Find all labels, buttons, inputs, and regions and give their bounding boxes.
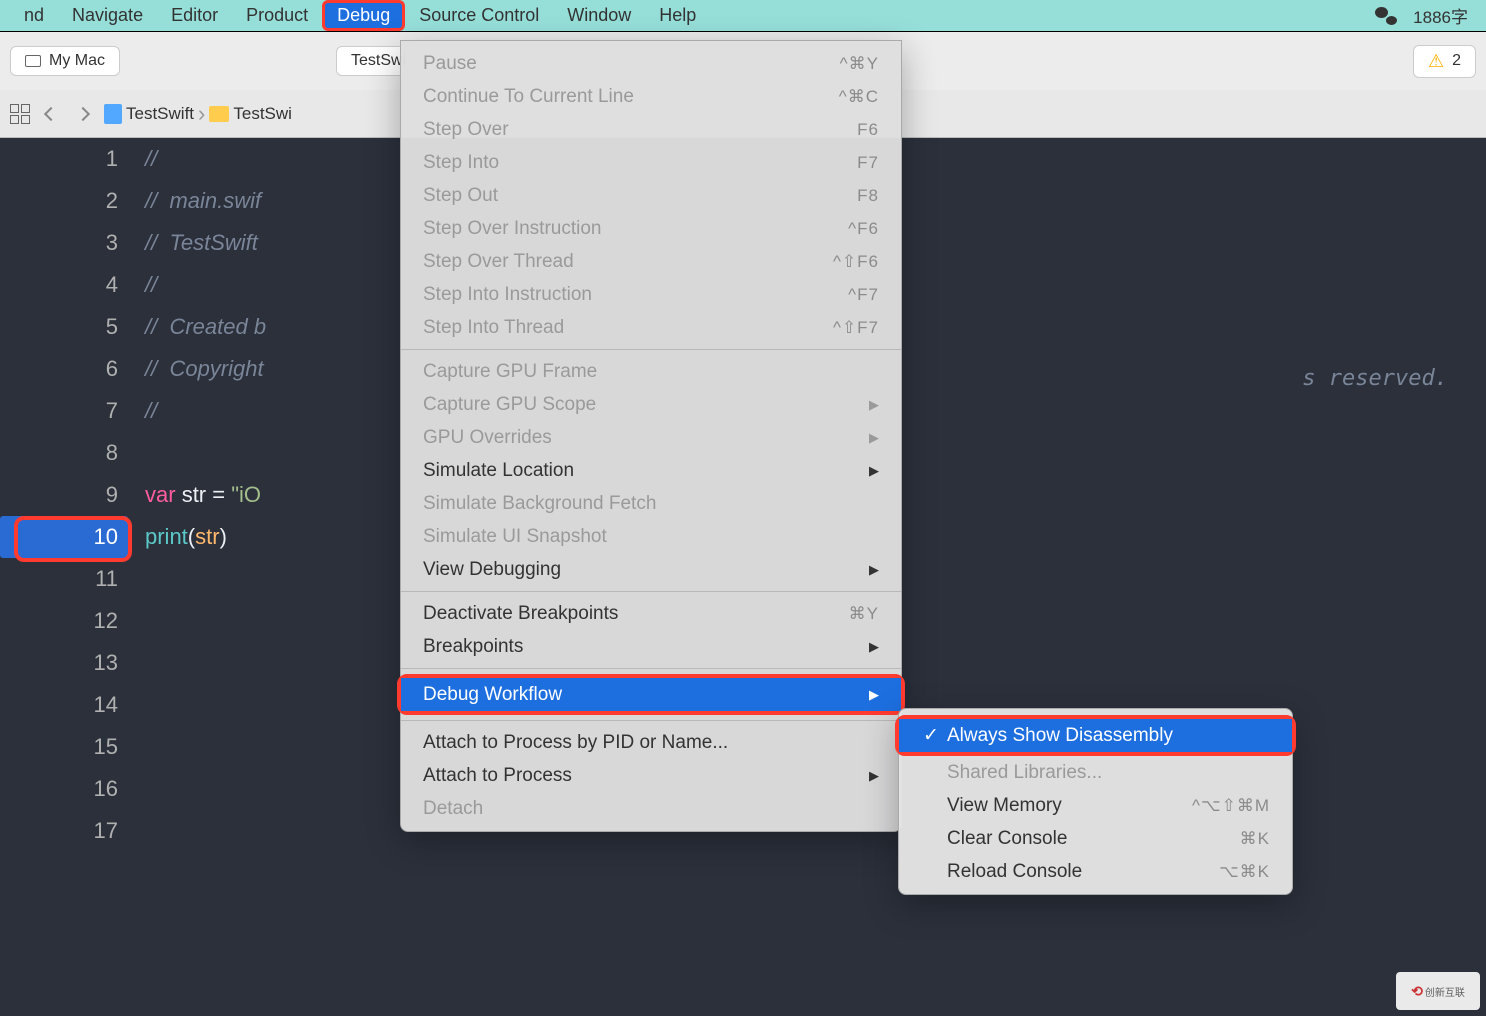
debug-menu-dropdown: Pause^⌘YContinue To Current Line^⌘CStep …: [400, 40, 902, 832]
code-line[interactable]: var str = "iO: [145, 474, 266, 516]
line-number[interactable]: 6: [0, 348, 128, 390]
warning-icon: ⚠: [1428, 51, 1444, 72]
menu-item-capture-gpu-frame: Capture GPU Frame: [401, 355, 901, 388]
menu-item-simulate-location[interactable]: Simulate Location▶: [401, 454, 901, 487]
menu-item-step-into-thread: Step Into Thread^⇧F7: [401, 311, 901, 344]
menubar-item-help[interactable]: Help: [645, 1, 710, 30]
run-destination[interactable]: My Mac: [10, 46, 120, 76]
menu-item-pause: Pause^⌘Y: [401, 47, 901, 80]
menu-item-attach-to-process[interactable]: Attach to Process▶: [401, 759, 901, 792]
menu-item-step-over-instruction: Step Over Instruction^F6: [401, 212, 901, 245]
code-line[interactable]: // TestSwift: [145, 222, 266, 264]
menu-item-step-into-instruction: Step Into Instruction^F7: [401, 278, 901, 311]
line-number[interactable]: 17: [0, 810, 128, 852]
line-gutter[interactable]: 1234567891011121314151617: [0, 138, 128, 852]
submenu-item-shared-libraries-: Shared Libraries...: [899, 756, 1292, 789]
code-line[interactable]: // Created b: [145, 306, 266, 348]
desktop-icon: [25, 55, 41, 67]
submenu-arrow-icon: ▶: [869, 768, 879, 784]
code-line[interactable]: [145, 684, 266, 726]
menubar-item-source-control[interactable]: Source Control: [405, 1, 553, 30]
nav-forward-button[interactable]: [72, 103, 94, 125]
menu-item-attach-to-process-by-pid-or-name-[interactable]: Attach to Process by PID or Name...: [401, 726, 901, 759]
code-line[interactable]: //: [145, 264, 266, 306]
code-text-fragment: s reserved.: [1302, 366, 1448, 391]
line-number[interactable]: 7: [0, 390, 128, 432]
watermark-logo: ⟲创新互联: [1396, 972, 1480, 1010]
line-number[interactable]: 12: [0, 600, 128, 642]
menu-item-deactivate-breakpoints[interactable]: Deactivate Breakpoints⌘Y: [401, 597, 901, 630]
code-line[interactable]: //: [145, 138, 266, 180]
submenu-arrow-icon: ▶: [869, 687, 879, 703]
swift-file-icon: [104, 104, 122, 124]
menu-item-continue-to-current-line: Continue To Current Line^⌘C: [401, 80, 901, 113]
menubar-item-nd[interactable]: nd: [10, 1, 58, 30]
debug-workflow-submenu: ✓Always Show Disassembly Shared Libraries…: [898, 708, 1293, 895]
submenu-item-reload-console[interactable]: Reload Console⌥⌘K: [899, 855, 1292, 888]
code-line[interactable]: //: [145, 390, 266, 432]
submenu-item-view-memory[interactable]: View Memory^⌥⇧⌘M: [899, 789, 1292, 822]
line-number[interactable]: 15: [0, 726, 128, 768]
submenu-arrow-icon: ▶: [869, 639, 879, 655]
code-line[interactable]: [145, 768, 266, 810]
menu-item-step-into: Step IntoF7: [401, 146, 901, 179]
line-number[interactable]: 5: [0, 306, 128, 348]
menubar-item-navigate[interactable]: Navigate: [58, 1, 157, 30]
code-line[interactable]: [145, 558, 266, 600]
menu-item-capture-gpu-scope: Capture GPU Scope▶: [401, 388, 901, 421]
menu-item-step-over: Step OverF6: [401, 113, 901, 146]
wechat-icon[interactable]: [1375, 7, 1397, 25]
nav-back-button[interactable]: [40, 103, 62, 125]
code-line[interactable]: print(str): [145, 516, 266, 558]
line-number[interactable]: 4: [0, 264, 128, 306]
line-number[interactable]: 13: [0, 642, 128, 684]
line-number[interactable]: 16: [0, 768, 128, 810]
line-number[interactable]: 2: [0, 180, 128, 222]
code-line[interactable]: [145, 600, 266, 642]
menu-item-step-out: Step OutF8: [401, 179, 901, 212]
checkmark-icon: ✓: [921, 724, 941, 747]
menubar-item-debug[interactable]: Debug: [322, 0, 405, 31]
menubar-item-editor[interactable]: Editor: [157, 1, 232, 30]
code-line[interactable]: [145, 642, 266, 684]
code-line[interactable]: // Copyright: [145, 348, 266, 390]
submenu-arrow-icon: ▶: [869, 562, 879, 578]
line-number[interactable]: 14: [0, 684, 128, 726]
menu-item-detach: Detach: [401, 792, 901, 825]
submenu-arrow-icon: ▶: [869, 463, 879, 479]
line-number[interactable]: 1: [0, 138, 128, 180]
issues-indicator[interactable]: ⚠ 2: [1413, 45, 1476, 78]
code-area[interactable]: //// main.swif// TestSwift//// Created b…: [145, 138, 266, 852]
menu-item-simulate-background-fetch: Simulate Background Fetch: [401, 487, 901, 520]
submenu-arrow-icon: ▶: [869, 430, 879, 446]
submenu-item-clear-console[interactable]: Clear Console⌘K: [899, 822, 1292, 855]
breakpoint-annotation: [14, 516, 132, 562]
line-number[interactable]: 3: [0, 222, 128, 264]
menubar-item-product[interactable]: Product: [232, 1, 322, 30]
code-line[interactable]: [145, 810, 266, 852]
code-line[interactable]: [145, 726, 266, 768]
line-number[interactable]: 11: [0, 558, 128, 600]
line-number[interactable]: 9: [0, 474, 128, 516]
menubar-char-count: 1886字: [1413, 3, 1468, 28]
submenu-item-always-show-disassembly[interactable]: ✓Always Show Disassembly: [899, 719, 1292, 752]
menu-item-breakpoints[interactable]: Breakpoints▶: [401, 630, 901, 663]
code-line[interactable]: // main.swif: [145, 180, 266, 222]
menu-item-step-over-thread: Step Over Thread^⇧F6: [401, 245, 901, 278]
menubar-item-window[interactable]: Window: [553, 1, 645, 30]
code-line[interactable]: [145, 432, 266, 474]
related-items-icon[interactable]: [10, 104, 30, 124]
submenu-arrow-icon: ▶: [869, 397, 879, 413]
breadcrumb[interactable]: TestSwift › TestSwi: [104, 101, 292, 127]
menubar: ndNavigateEditorProductDebugSource Contr…: [0, 0, 1486, 32]
menu-item-debug-workflow[interactable]: Debug Workflow▶: [401, 678, 901, 711]
menu-item-simulate-ui-snapshot: Simulate UI Snapshot: [401, 520, 901, 553]
menu-item-gpu-overrides: GPU Overrides▶: [401, 421, 901, 454]
menu-item-view-debugging[interactable]: View Debugging▶: [401, 553, 901, 586]
line-number[interactable]: 8: [0, 432, 128, 474]
folder-icon: [209, 106, 229, 122]
